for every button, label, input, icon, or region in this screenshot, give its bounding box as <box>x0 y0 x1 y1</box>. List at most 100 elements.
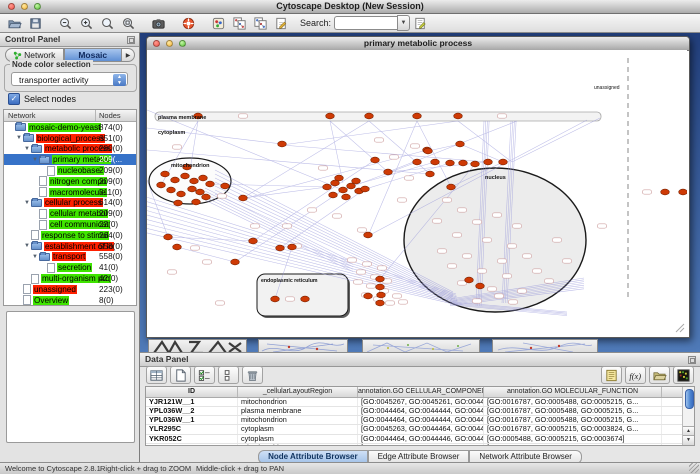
search-input[interactable] <box>334 16 397 30</box>
vizmapper-icon[interactable] <box>208 15 229 32</box>
new-attr-icon[interactable] <box>170 366 191 384</box>
network-node[interactable] <box>661 189 670 195</box>
network-node[interactable] <box>352 178 361 184</box>
help-icon[interactable] <box>178 15 199 32</box>
network-node[interactable] <box>231 259 240 265</box>
network-node[interactable] <box>181 173 190 179</box>
select-attr-icon[interactable] <box>194 366 215 384</box>
disclosure-triangle-icon[interactable]: ▼ <box>31 254 39 260</box>
tree-row-unassigned[interactable]: unassigned223(0) <box>4 284 136 295</box>
column-header-2[interactable]: annotation.GO CELLULAR_COMPONENT <box>358 387 484 397</box>
network-node[interactable] <box>459 160 468 166</box>
column-header-3[interactable]: annotation.GO MOLECULAR_FUNCTION <box>484 387 662 397</box>
table-cell[interactable]: plasma membrane <box>238 407 358 415</box>
minimize-icon[interactable] <box>166 40 173 47</box>
network-node[interactable] <box>329 192 338 198</box>
network-node[interactable] <box>376 276 385 282</box>
table-cell[interactable]: [GO:0016787, GO:0005488, GO:0005215, G..… <box>484 416 662 424</box>
formula-icon[interactable]: f(x) <box>625 366 646 384</box>
table-cell[interactable]: YPL036W__2 <box>146 407 238 415</box>
tree-row-primary-metabo[interactable]: ▼primary metabo209(... <box>4 154 136 165</box>
network-a-icon[interactable] <box>229 15 250 32</box>
network-node[interactable] <box>171 177 180 183</box>
zoom-out-icon[interactable] <box>55 15 76 32</box>
window-resize-grip[interactable] <box>689 463 699 473</box>
network-b-icon[interactable] <box>250 15 271 32</box>
table-row[interactable]: YKR052Ccytoplasm[GO:0044464, GO:0044446,… <box>146 435 694 444</box>
network-node[interactable] <box>377 292 386 298</box>
network-node[interactable] <box>164 234 173 240</box>
network-node[interactable] <box>326 113 335 119</box>
network-view-window[interactable]: primary metabolic process plasma membran… <box>146 36 690 338</box>
snapshot-icon[interactable] <box>148 15 169 32</box>
table-cell[interactable]: cytoplasm <box>238 435 358 443</box>
disclosure-triangle-icon[interactable]: ▼ <box>23 243 31 249</box>
network-node[interactable] <box>361 186 370 192</box>
heatmap-icon[interactable] <box>673 366 694 384</box>
table-cell[interactable]: [GO:0016787, GO:0005215, GO:0003824, G..… <box>484 425 662 433</box>
tree-row-macromolecule[interactable]: macromolecule311(0) <box>4 187 136 198</box>
network-node[interactable] <box>202 194 211 200</box>
tree-row-establishment-of-lo[interactable]: ▼establishment of lo558(0) <box>4 241 136 252</box>
network-node[interactable] <box>431 159 440 165</box>
column-header-1[interactable]: _cellularLayoutRegion <box>238 387 358 397</box>
table-cell[interactable]: YLR295C <box>146 425 238 433</box>
network-node[interactable] <box>413 113 422 119</box>
tree-row-biological-process[interactable]: ▼biological_process651(0) <box>4 133 136 144</box>
network-node[interactable] <box>249 238 258 244</box>
table-cell[interactable]: [GO:0045263, GO:0044464, GO:0044455, G..… <box>358 425 484 433</box>
unselect-attr-icon[interactable] <box>218 366 239 384</box>
network-node[interactable] <box>161 171 170 177</box>
delete-attr-icon[interactable] <box>242 366 263 384</box>
network-node[interactable] <box>384 169 393 175</box>
network-canvas[interactable]: plasma membranecytoplasmmitochondrionnuc… <box>147 50 687 335</box>
network-node[interactable] <box>342 194 351 200</box>
network-node[interactable] <box>276 245 285 251</box>
zoom-in-icon[interactable] <box>76 15 97 32</box>
tree-column-network[interactable]: Network <box>4 110 96 121</box>
table-cell[interactable]: YJR121W__1 <box>146 398 238 406</box>
scroll-down-icon[interactable]: ▼ <box>683 435 694 445</box>
network-node[interactable] <box>364 293 373 299</box>
network-node[interactable] <box>465 277 474 283</box>
attr-table-icon[interactable] <box>146 366 167 384</box>
select-nodes-checkbox[interactable]: ✓ <box>8 93 20 105</box>
close-icon[interactable] <box>8 3 15 10</box>
tree-row-transport[interactable]: ▼transport558(0) <box>4 252 136 263</box>
table-cell[interactable]: [GO:0016787, GO:0005488, GO:0005215, G..… <box>484 407 662 415</box>
network-node[interactable] <box>365 113 374 119</box>
network-node[interactable] <box>376 284 385 290</box>
network-node[interactable] <box>239 195 248 201</box>
tree-row-multi-organism-pro[interactable]: multi-organism pro42(0) <box>4 273 136 284</box>
tree-header[interactable]: Network Nodes <box>4 110 136 122</box>
network-node[interactable] <box>271 296 280 302</box>
network-node[interactable] <box>301 296 310 302</box>
tree-row-metabolic-process[interactable]: ▼metabolic process280(0) <box>4 144 136 155</box>
zoom-window-icon[interactable] <box>34 3 41 10</box>
float-panel-icon[interactable] <box>127 36 135 44</box>
network-node[interactable] <box>424 148 433 154</box>
zoom-fit-icon[interactable] <box>97 15 118 32</box>
table-cell[interactable]: [GO:0044464, GO:0044444, GO:0044425, G..… <box>358 407 484 415</box>
network-node[interactable] <box>190 178 199 184</box>
network-node[interactable] <box>335 175 344 181</box>
network-node[interactable] <box>499 159 508 165</box>
tree-row-overview[interactable]: Overview8(0) <box>4 295 136 306</box>
search-config-button[interactable] <box>410 15 431 32</box>
import-icon[interactable] <box>649 366 670 384</box>
network-node[interactable] <box>413 159 422 165</box>
network-node[interactable] <box>221 183 230 189</box>
network-node[interactable] <box>188 186 197 192</box>
network-node[interactable] <box>288 244 297 250</box>
background-window-3[interactable] <box>362 339 480 352</box>
network-node[interactable] <box>371 157 380 163</box>
table-cell[interactable]: [GO:0005488, GO:0005215, GO:0003674] <box>484 435 662 443</box>
open-icon[interactable] <box>4 15 25 32</box>
network-node[interactable] <box>177 191 186 197</box>
network-node[interactable] <box>454 113 463 119</box>
tab-overflow-arrow[interactable]: ▶ <box>122 48 135 62</box>
table-row[interactable]: YPL036W__2plasma membrane[GO:0044464, GO… <box>146 407 694 416</box>
network-node[interactable] <box>364 232 373 238</box>
tree-row-nitrogen-compo[interactable]: nitrogen compo209(0) <box>4 176 136 187</box>
disclosure-triangle-icon[interactable]: ▼ <box>31 157 39 163</box>
